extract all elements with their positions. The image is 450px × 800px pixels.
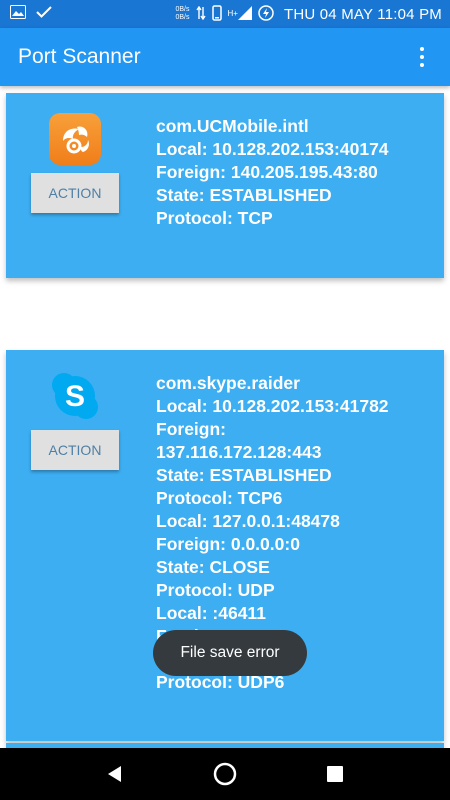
home-icon[interactable] <box>205 754 245 794</box>
speed-up-text: 0B/s <box>175 6 190 13</box>
info-line: State: ESTABLISHED <box>156 465 332 485</box>
info-line: Local: 10.128.202.153:40174 <box>156 139 389 159</box>
connection-card: S ACTION com.skype.raider Local: 10.128.… <box>6 350 444 741</box>
network-speed: 0B/s 0B/s <box>176 6 190 22</box>
info-line: 137.116.172.128:443 <box>156 442 322 462</box>
skype-icon: S <box>49 370 101 422</box>
speed-down-text: 0B/s <box>175 14 190 21</box>
info-line: Local: 10.128.202.153:41782 <box>156 396 389 416</box>
phone-icon <box>211 4 222 24</box>
info-line: Local: 127.0.0.1:48478 <box>156 511 340 531</box>
data-arrows-icon <box>195 5 206 23</box>
svg-text:S: S <box>65 380 85 413</box>
action-button[interactable]: ACTION <box>31 430 119 470</box>
info-line: Protocol: TCP <box>156 208 273 228</box>
status-datetime: THU 04 MAY 11:04 PM <box>283 5 442 23</box>
status-bar: 0B/s 0B/s H+ THU 04 MAY 11:04 PM <box>0 0 450 28</box>
network-type-label: H+ <box>227 8 238 18</box>
info-line: Foreign: 0.0.0.0:0 <box>156 534 300 554</box>
app-title: Port Scanner <box>18 45 141 68</box>
recents-icon[interactable] <box>315 754 355 794</box>
navigation-bar <box>0 748 450 800</box>
check-notification-icon <box>36 5 52 24</box>
info-line: Local: :46411 <box>156 603 266 623</box>
connection-info: com.UCMobile.intl Local: 10.128.202.153:… <box>156 115 436 230</box>
uc-browser-icon <box>49 113 101 165</box>
package-name: com.UCMobile.intl <box>156 116 309 136</box>
app-bar: Port Scanner <box>0 28 450 86</box>
info-line: Protocol: UDP <box>156 580 275 600</box>
package-name: com.skype.raider <box>156 373 300 393</box>
info-line: Protocol: TCP6 <box>156 488 283 508</box>
info-line: Foreign: 140.205.195.43:80 <box>156 162 378 182</box>
action-button[interactable]: ACTION <box>31 173 119 213</box>
overflow-menu-icon[interactable] <box>412 42 432 72</box>
info-line: State: ESTABLISHED <box>156 185 332 205</box>
connection-card: ACTION com.UCMobile.intl Local: 10.128.2… <box>6 93 444 278</box>
image-notification-icon <box>10 4 26 24</box>
info-line: Foreign: <box>156 419 226 439</box>
info-line: State: CLOSE <box>156 557 270 577</box>
battery-saver-icon <box>258 4 274 24</box>
signal-icon <box>237 5 252 23</box>
toast-message: File save error <box>153 630 307 676</box>
back-icon[interactable] <box>95 754 135 794</box>
